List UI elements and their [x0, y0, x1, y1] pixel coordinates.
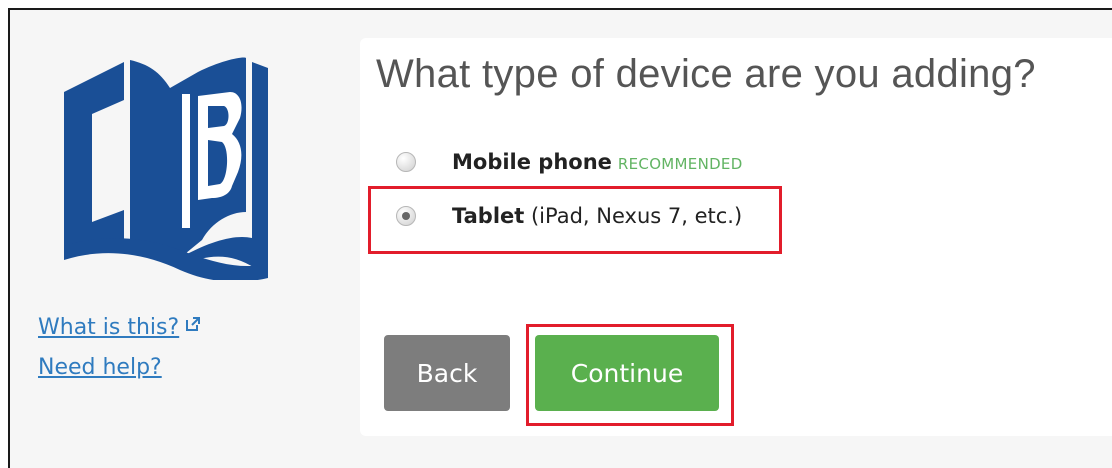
external-link-icon [186, 317, 201, 331]
tablet-examples: (iPad, Nexus 7, etc.) [524, 204, 743, 228]
recommended-badge: RECOMMENDED [617, 155, 743, 173]
page-title: What type of device are you adding? [376, 52, 1036, 96]
back-button[interactable]: Back [384, 335, 510, 411]
tablet-label: Tablet (iPad, Nexus 7, etc.) [452, 204, 742, 228]
what-is-this-link[interactable]: What is this? [38, 308, 201, 348]
need-help-link[interactable]: Need help? [38, 348, 201, 388]
mobile-phone-label: Mobile phone RECOMMENDED [452, 150, 743, 174]
mobile-phone-radio[interactable] [396, 152, 416, 172]
tablet-radio[interactable] [396, 206, 416, 226]
mobile-phone-title: Mobile phone [452, 150, 612, 174]
continue-button[interactable]: Continue [535, 335, 719, 411]
option-mobile-phone[interactable]: Mobile phone RECOMMENDED [396, 150, 743, 174]
what-is-this-label: What is this? [38, 315, 180, 340]
tablet-title: Tablet [452, 204, 525, 228]
option-tablet[interactable]: Tablet (iPad, Nexus 7, etc.) [396, 204, 742, 228]
book-logo [64, 57, 268, 280]
